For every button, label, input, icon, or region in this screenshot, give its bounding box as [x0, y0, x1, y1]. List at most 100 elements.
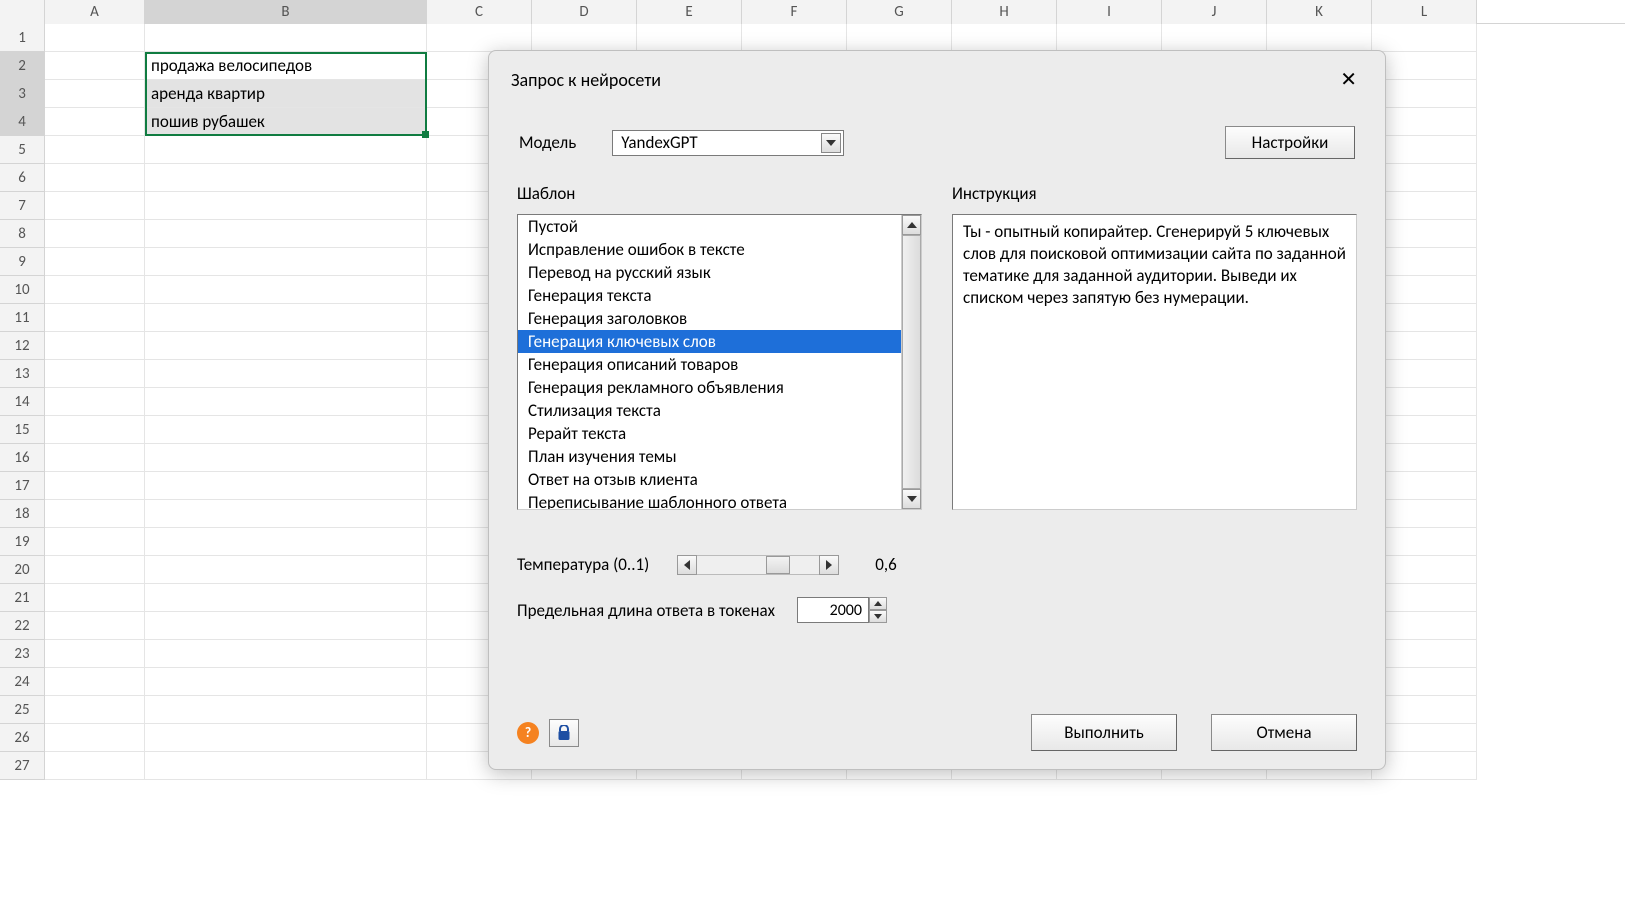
column-header-F[interactable]: F — [742, 0, 847, 24]
cell-B9[interactable] — [145, 248, 427, 276]
cell-B12[interactable] — [145, 332, 427, 360]
model-combobox[interactable]: YandexGPT — [612, 130, 844, 156]
cell-B26[interactable] — [145, 724, 427, 752]
cell-L10[interactable] — [1372, 276, 1477, 304]
chevron-down-icon[interactable] — [821, 133, 841, 153]
row-header[interactable]: 18 — [0, 500, 45, 528]
row-header[interactable]: 16 — [0, 444, 45, 472]
cell-L15[interactable] — [1372, 416, 1477, 444]
slider-left-button[interactable] — [677, 555, 697, 575]
row-header[interactable]: 21 — [0, 584, 45, 612]
row-header[interactable]: 9 — [0, 248, 45, 276]
cell-A4[interactable] — [45, 108, 145, 136]
cell-L8[interactable] — [1372, 220, 1477, 248]
cell-L1[interactable] — [1372, 24, 1477, 52]
column-header-C[interactable]: C — [427, 0, 532, 24]
row-header[interactable]: 14 — [0, 388, 45, 416]
cell-L17[interactable] — [1372, 472, 1477, 500]
cell-A22[interactable] — [45, 612, 145, 640]
cell-B27[interactable] — [145, 752, 427, 780]
cell-B23[interactable] — [145, 640, 427, 668]
row-header[interactable]: 27 — [0, 752, 45, 780]
cell-A19[interactable] — [45, 528, 145, 556]
help-icon[interactable]: ? — [517, 722, 539, 744]
spinner-down-button[interactable] — [869, 610, 887, 623]
cell-B2[interactable]: продажа велосипедов — [145, 52, 427, 80]
cell-A26[interactable] — [45, 724, 145, 752]
temperature-slider[interactable] — [677, 555, 839, 575]
row-header[interactable]: 20 — [0, 556, 45, 584]
cell-B22[interactable] — [145, 612, 427, 640]
cell-B8[interactable] — [145, 220, 427, 248]
column-header-I[interactable]: I — [1057, 0, 1162, 24]
cell-A24[interactable] — [45, 668, 145, 696]
row-header[interactable]: 3 — [0, 80, 45, 108]
cell-A15[interactable] — [45, 416, 145, 444]
cell-B24[interactable] — [145, 668, 427, 696]
execute-button[interactable]: Выполнить — [1031, 714, 1177, 751]
cell-F1[interactable] — [742, 24, 847, 52]
cell-A2[interactable] — [45, 52, 145, 80]
row-header[interactable]: 12 — [0, 332, 45, 360]
scroll-down-button[interactable] — [902, 489, 921, 509]
cell-A21[interactable] — [45, 584, 145, 612]
cell-L14[interactable] — [1372, 388, 1477, 416]
scrollbar-thumb[interactable] — [902, 235, 921, 489]
scroll-up-button[interactable] — [902, 215, 921, 235]
row-header[interactable]: 15 — [0, 416, 45, 444]
cell-A5[interactable] — [45, 136, 145, 164]
cell-A11[interactable] — [45, 304, 145, 332]
cell-E1[interactable] — [637, 24, 742, 52]
max-length-spinner[interactable] — [797, 597, 887, 623]
cell-K1[interactable] — [1267, 24, 1372, 52]
row-header[interactable]: 8 — [0, 220, 45, 248]
column-header-B[interactable]: B — [145, 0, 427, 24]
column-header-A[interactable]: A — [45, 0, 145, 24]
template-item[interactable]: Исправление ошибок в тексте — [518, 238, 901, 261]
cell-B3[interactable]: аренда квартир — [145, 80, 427, 108]
cell-B15[interactable] — [145, 416, 427, 444]
cell-B1[interactable] — [145, 24, 427, 52]
template-item[interactable]: Генерация ключевых слов — [518, 330, 901, 353]
column-header-J[interactable]: J — [1162, 0, 1267, 24]
cell-B20[interactable] — [145, 556, 427, 584]
instruction-textarea[interactable]: Ты - опытный копирайтер. Сгенерируй 5 кл… — [952, 214, 1357, 510]
cell-A8[interactable] — [45, 220, 145, 248]
template-item[interactable]: Рерайт текста — [518, 422, 901, 445]
cell-A6[interactable] — [45, 164, 145, 192]
column-header-H[interactable]: H — [952, 0, 1057, 24]
cell-B13[interactable] — [145, 360, 427, 388]
row-header[interactable]: 26 — [0, 724, 45, 752]
row-header[interactable]: 17 — [0, 472, 45, 500]
cell-B14[interactable] — [145, 388, 427, 416]
cell-L27[interactable] — [1372, 752, 1477, 780]
template-item[interactable]: Генерация текста — [518, 284, 901, 307]
cell-A13[interactable] — [45, 360, 145, 388]
cell-A17[interactable] — [45, 472, 145, 500]
cell-B11[interactable] — [145, 304, 427, 332]
settings-button[interactable]: Настройки — [1225, 126, 1355, 159]
column-header-L[interactable]: L — [1372, 0, 1477, 24]
cell-L13[interactable] — [1372, 360, 1477, 388]
cell-L4[interactable] — [1372, 108, 1477, 136]
cell-A25[interactable] — [45, 696, 145, 724]
template-item[interactable]: Стилизация текста — [518, 399, 901, 422]
cell-L18[interactable] — [1372, 500, 1477, 528]
slider-track[interactable] — [697, 555, 819, 575]
template-item[interactable]: Генерация рекламного объявления — [518, 376, 901, 399]
cancel-button[interactable]: Отмена — [1211, 714, 1357, 751]
column-header-E[interactable]: E — [637, 0, 742, 24]
row-header[interactable]: 7 — [0, 192, 45, 220]
cell-L2[interactable] — [1372, 52, 1477, 80]
cell-A12[interactable] — [45, 332, 145, 360]
template-item[interactable]: Генерация описаний товаров — [518, 353, 901, 376]
cell-H1[interactable] — [952, 24, 1057, 52]
template-item[interactable]: План изучения темы — [518, 445, 901, 468]
row-header[interactable]: 4 — [0, 108, 45, 136]
row-header[interactable]: 2 — [0, 52, 45, 80]
row-header[interactable]: 6 — [0, 164, 45, 192]
cell-L11[interactable] — [1372, 304, 1477, 332]
cell-L12[interactable] — [1372, 332, 1477, 360]
row-header[interactable]: 22 — [0, 612, 45, 640]
cell-A7[interactable] — [45, 192, 145, 220]
